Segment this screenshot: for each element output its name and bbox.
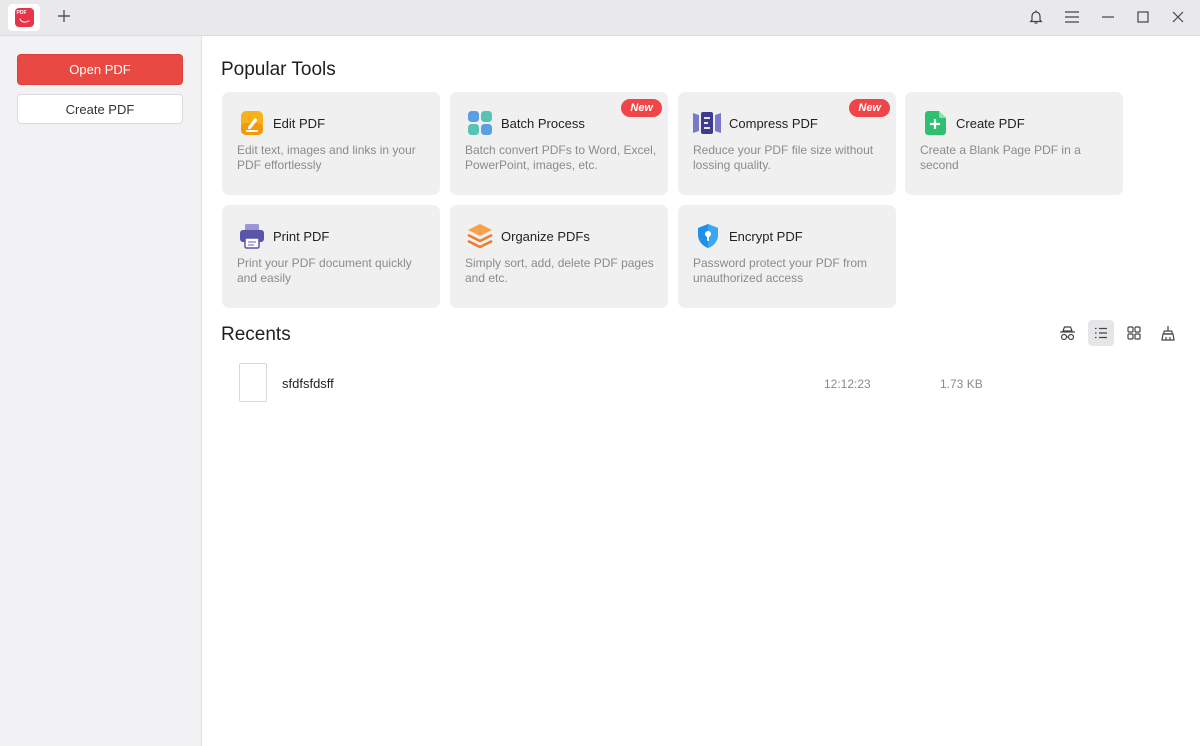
tool-card-organize-pdfs[interactable]: Organize PDFs Simply sort, add, delete P…	[450, 205, 668, 308]
tool-description: Simply sort, add, delete PDF pages and e…	[465, 256, 654, 285]
grid-view-button[interactable]	[1121, 320, 1147, 346]
clear-recents-button[interactable]	[1155, 320, 1181, 346]
tool-name: Print PDF	[273, 229, 330, 244]
maximize-button[interactable]	[1126, 0, 1160, 33]
minimize-button[interactable]	[1091, 0, 1125, 33]
tool-name: Batch Process	[501, 116, 585, 131]
bell-icon	[1029, 10, 1043, 24]
tool-name: Organize PDFs	[501, 229, 590, 244]
maximize-icon	[1137, 10, 1149, 23]
sidebar: Open PDF Create PDF	[0, 36, 202, 746]
file-thumbnail	[239, 363, 267, 402]
incognito-icon	[1059, 325, 1075, 340]
menu-button[interactable]	[1055, 0, 1089, 33]
compress-pdf-icon	[693, 112, 721, 134]
popular-tools-title: Popular Tools	[221, 59, 336, 80]
recent-file-row[interactable]: sfdfsfdsff 12:12:23 1.73 KB	[222, 358, 1122, 408]
tool-card-edit-pdf[interactable]: Edit PDF Edit text, images and links in …	[222, 92, 440, 195]
pdf-logo-icon: PDF	[14, 8, 34, 27]
new-badge: New	[621, 99, 662, 117]
create-pdf-button[interactable]: Create PDF	[17, 94, 183, 124]
tool-card-create-pdf[interactable]: Create PDF Create a Blank Page PDF in a …	[905, 92, 1123, 195]
layers-icon	[467, 224, 493, 249]
recents-title: Recents	[221, 324, 291, 345]
list-view-button[interactable]	[1088, 320, 1114, 346]
edit-pdf-icon	[241, 111, 263, 135]
clean-icon	[1161, 326, 1175, 341]
open-pdf-button[interactable]: Open PDF	[17, 54, 183, 85]
new-tab-button[interactable]	[54, 6, 74, 26]
tool-card-encrypt-pdf[interactable]: Encrypt PDF Password protect your PDF fr…	[678, 205, 896, 308]
tool-description: Print your PDF document quickly and easi…	[237, 256, 412, 285]
menu-icon	[1065, 10, 1079, 23]
logo-text: PDF	[16, 10, 27, 16]
tool-description: Create a Blank Page PDF in a second	[920, 143, 1081, 172]
tool-card-compress-pdf[interactable]: Compress PDF Reduce your PDF file size w…	[678, 92, 896, 195]
tool-name: Compress PDF	[729, 116, 818, 131]
printer-icon	[240, 224, 264, 249]
tool-card-batch-process[interactable]: Batch Process Batch convert PDFs to Word…	[450, 92, 668, 195]
file-name: sfdfsfdsff	[282, 376, 334, 391]
tool-name: Edit PDF	[273, 116, 326, 131]
file-time: 12:12:23	[824, 377, 871, 391]
plus-icon	[58, 10, 70, 22]
tool-description: Edit text, images and links in your PDF …	[237, 143, 416, 172]
tool-name: Encrypt PDF	[729, 229, 803, 244]
notifications-button[interactable]	[1019, 0, 1053, 33]
minimize-icon	[1102, 15, 1114, 18]
grid-view-icon	[1127, 326, 1141, 340]
tool-description: Batch convert PDFs to Word, Excel, Power…	[465, 143, 657, 172]
close-button[interactable]	[1161, 0, 1195, 33]
create-pdf-icon	[925, 111, 946, 135]
close-icon	[1172, 11, 1184, 22]
title-bar: PDF	[0, 0, 1200, 36]
batch-process-icon	[468, 111, 492, 135]
tool-description: Reduce your PDF file size without lossin…	[693, 143, 874, 172]
tool-description: Password protect your PDF from unauthori…	[693, 256, 868, 285]
tool-card-print-pdf[interactable]: Print PDF Print your PDF document quickl…	[222, 205, 440, 308]
new-badge: New	[849, 99, 890, 117]
app-logo[interactable]: PDF	[8, 4, 40, 31]
private-mode-button[interactable]	[1054, 320, 1080, 346]
shield-lock-icon	[698, 224, 718, 248]
file-size: 1.73 KB	[940, 377, 983, 391]
list-view-icon	[1095, 327, 1107, 339]
tool-name: Create PDF	[956, 116, 1025, 131]
